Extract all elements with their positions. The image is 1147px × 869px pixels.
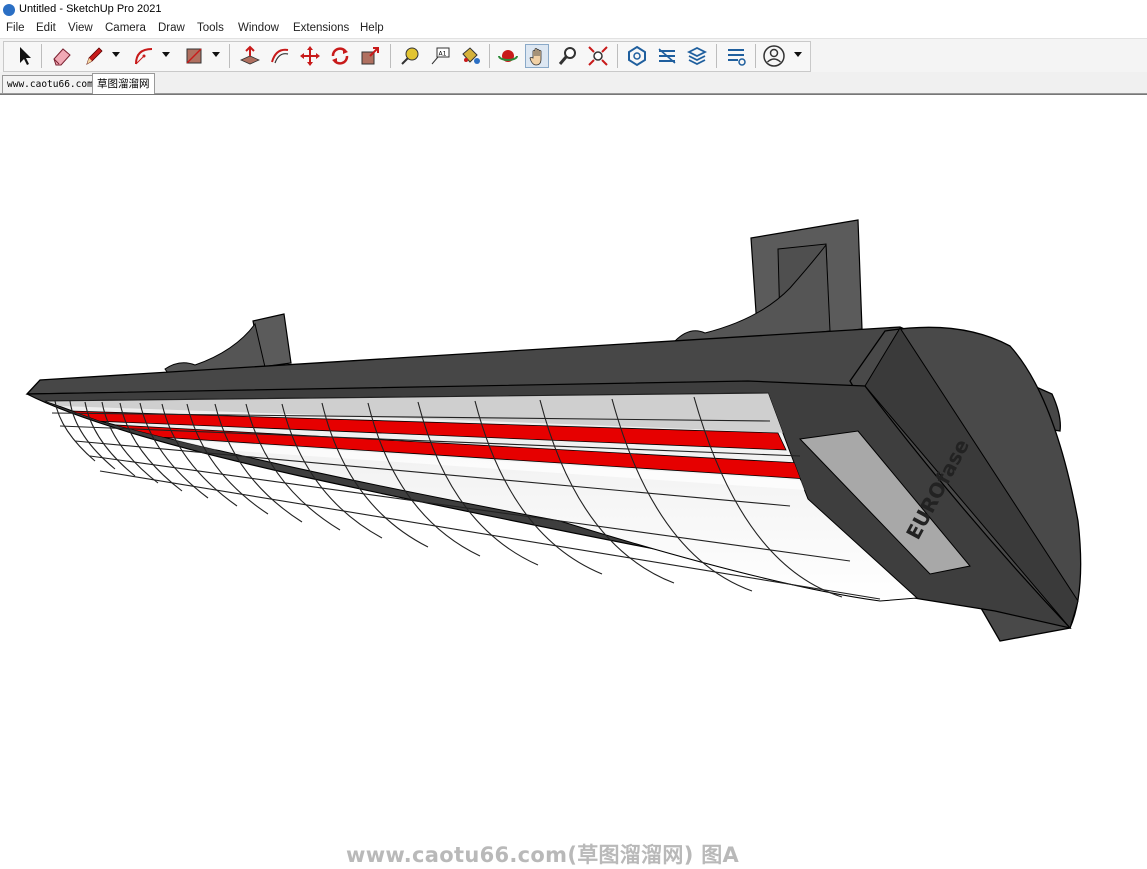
line-tool-button[interactable] [82,44,106,68]
menu-file[interactable]: File [6,22,25,34]
menu-draw[interactable]: Draw [158,22,185,34]
paint-bucket-icon [462,47,480,64]
mount-bracket-right [673,219,863,347]
scale-tool-button[interactable] [358,44,382,68]
offset-icon [271,48,289,64]
layout-button[interactable] [685,44,709,68]
text-tool-button[interactable]: A1 [428,44,452,68]
menu-help[interactable]: Help [360,22,384,34]
zoom-tool-button[interactable] [556,44,580,68]
toolbar-separator [489,44,490,68]
tape-measure-tool-button[interactable] [398,44,422,68]
scene-tab[interactable]: www.caotu66.com [2,75,98,93]
paint-bucket-tool-button[interactable] [458,44,482,68]
extension-warehouse-button[interactable] [655,44,679,68]
arc-tool-button[interactable] [132,44,156,68]
push-pull-tool-button[interactable] [238,44,262,68]
menu-view[interactable]: View [68,22,93,34]
pencil-icon [86,47,103,65]
offset-tool-button[interactable] [268,44,292,68]
svg-text:A1: A1 [439,51,447,58]
menu-camera[interactable]: Camera [105,22,146,34]
extension-manager-button[interactable] [724,44,748,68]
pan-tool-button[interactable] [525,44,549,68]
menu-bar: File Edit View Camera Draw Tools Window … [0,20,1147,38]
drawing-viewport[interactable]: EUROfase www.caotu66.com(草图溜溜网) 图A [0,94,1147,867]
orbit-tool-button[interactable] [496,44,520,68]
layout-stack-icon [686,46,708,66]
orbit-icon [498,50,518,62]
arc-icon [135,48,153,65]
large-tool-set-toolbar: A1 [0,38,1147,74]
heater-model-drawing: EUROfase [25,219,1082,642]
rectangle-tool-button[interactable] [182,44,206,68]
eraser-icon [53,48,71,66]
eraser-tool-button[interactable] [50,44,74,68]
rectangle-dropdown-chevron-down-icon[interactable] [212,52,220,57]
watermark-text: www.caotu66.com(草图溜溜网) 图A [346,843,740,867]
scene-tabs-bar: www.caotu66.com 草图溜溜网 [0,72,1147,94]
toolbar-separator [617,44,618,68]
scale-icon [361,47,379,65]
select-arrow-icon [20,47,31,65]
tape-measure-icon [401,47,419,65]
toolbar-separator [716,44,717,68]
menu-extensions[interactable]: Extensions [293,22,349,34]
zoom-extents-tool-button[interactable] [586,44,610,68]
account-button[interactable] [762,44,786,68]
move-tool-button[interactable] [298,44,322,68]
select-tool-button[interactable] [12,44,36,68]
account-dropdown-chevron-down-icon[interactable] [794,52,802,57]
warehouse-icon [628,45,646,67]
menu-tools[interactable]: Tools [197,22,224,34]
menu-window[interactable]: Window [238,22,279,34]
arc-dropdown-chevron-down-icon[interactable] [162,52,170,57]
extension-manager-icon [728,49,746,66]
3d-warehouse-button[interactable] [625,44,649,68]
toolbar-separator [755,44,756,68]
sketchup-app-icon [3,4,15,16]
rotate-tool-button[interactable] [328,44,352,68]
push-pull-icon [240,45,260,65]
rotate-icon [331,47,349,65]
toolbar-separator [229,44,230,68]
title-bar: Untitled - SketchUp Pro 2021 [0,0,1147,20]
text-label-icon: A1 [431,47,450,65]
zoom-extents-icon [588,46,608,66]
move-arrows-icon [300,46,320,66]
window-title: Untitled - SketchUp Pro 2021 [19,3,162,15]
magnifier-icon [558,47,576,65]
scene-tab-active[interactable]: 草图溜溜网 [92,73,155,94]
pan-hand-icon [529,48,542,66]
line-dropdown-chevron-down-icon[interactable] [112,52,120,57]
toolbar-separator [390,44,391,68]
extension-warehouse-icon [658,48,676,64]
menu-edit[interactable]: Edit [36,22,56,34]
toolbar-separator [41,44,42,68]
rectangle-icon [186,48,202,64]
user-account-icon [763,45,785,67]
